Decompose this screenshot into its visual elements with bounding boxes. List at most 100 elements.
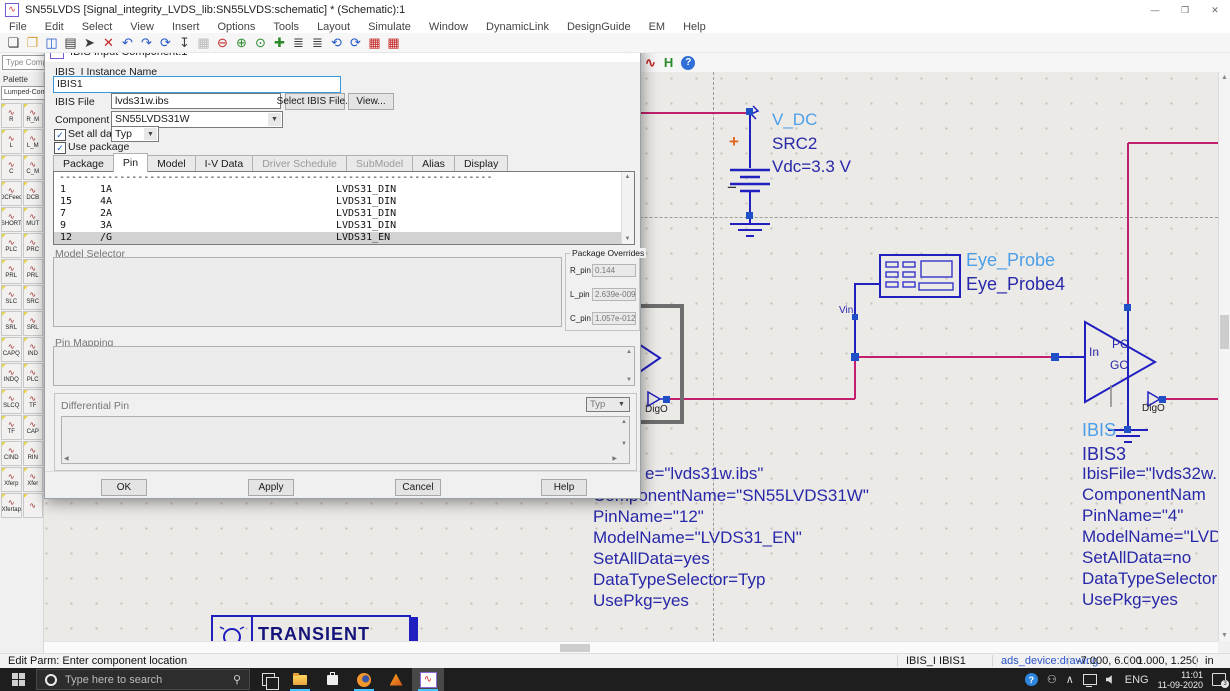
- matlab-button[interactable]: [380, 668, 412, 691]
- use-package-checkbox[interactable]: ✓: [54, 142, 66, 154]
- microsoft-store-button[interactable]: [316, 668, 348, 691]
- zoom-area-icon[interactable]: ✚: [270, 34, 289, 51]
- redo-icon[interactable]: ↷: [137, 34, 156, 51]
- menu-item[interactable]: Select: [73, 21, 122, 33]
- palette-component-button[interactable]: ∿ DCB: [22, 181, 43, 206]
- horizontal-scroll-thumb[interactable]: [560, 644, 590, 652]
- cancel-button[interactable]: Cancel: [395, 479, 441, 496]
- palette-component-button[interactable]: ∿ SLCQ: [1, 389, 22, 414]
- notification-center-icon[interactable]: 3: [1212, 673, 1229, 688]
- eye-probe-type-label[interactable]: Eye_Probe: [966, 250, 1055, 271]
- schematic-horizontal-scrollbar[interactable]: [44, 641, 1218, 653]
- menu-item[interactable]: Edit: [36, 21, 73, 33]
- palette-component-button[interactable]: ∿ TF: [22, 389, 43, 414]
- dialog-tab[interactable]: Driver Schedule: [252, 155, 347, 172]
- help-icon[interactable]: ?: [681, 55, 696, 70]
- redo-all-icon[interactable]: ⟳: [156, 34, 175, 51]
- menu-item[interactable]: View: [121, 21, 163, 33]
- palette-category-dropdown[interactable]: Lumped-Comp: [1, 86, 45, 100]
- palette-component-button[interactable]: ∿ SRL: [22, 311, 43, 336]
- palette-component-button[interactable]: ∿ RIN: [22, 441, 43, 466]
- menu-item[interactable]: Simulate: [359, 21, 420, 33]
- pin-list[interactable]: ----------------------------------------…: [53, 171, 635, 245]
- r-pin-input[interactable]: 0.144: [592, 264, 636, 277]
- palette-component-button[interactable]: ∿ SLC: [1, 285, 22, 310]
- pin-table-row[interactable]: 9 3A LVDS31_DIN: [54, 220, 634, 232]
- menu-item[interactable]: DynamicLink: [477, 21, 558, 33]
- palette-component-button[interactable]: ∿ PRL: [1, 259, 22, 284]
- hidden-icons-chevron[interactable]: ∧: [1066, 673, 1074, 686]
- menu-item[interactable]: Insert: [163, 21, 209, 33]
- people-icon[interactable]: ⚇: [1047, 673, 1057, 686]
- close-button[interactable]: ✕: [1200, 0, 1230, 20]
- rotate-cw-icon[interactable]: ⟳: [346, 34, 365, 51]
- scroll-up-icon[interactable]: ▲: [622, 174, 633, 180]
- language-indicator[interactable]: ENG: [1125, 674, 1149, 686]
- ads-taskbar-button[interactable]: ∿: [412, 668, 444, 691]
- menu-item[interactable]: Help: [674, 21, 715, 33]
- ok-button[interactable]: OK: [101, 479, 147, 496]
- wire-label-icon[interactable]: ≣: [308, 34, 327, 51]
- data-type-dropdown[interactable]: Typ ▼: [111, 126, 159, 142]
- zoom-full-icon[interactable]: ⊙: [251, 34, 270, 51]
- minimize-button[interactable]: —: [1140, 0, 1170, 20]
- vdc-instance-label[interactable]: SRC2: [772, 134, 817, 154]
- eye-probe-symbol[interactable]: [879, 254, 961, 298]
- rotate-ccw-icon[interactable]: ⟲: [327, 34, 346, 51]
- palette-component-button[interactable]: ∿ CIND: [1, 441, 22, 466]
- start-button[interactable]: [0, 668, 36, 691]
- clock[interactable]: 11:01 11-09-2020: [1158, 670, 1203, 690]
- l-pin-input[interactable]: 2.639e-009: [592, 288, 636, 301]
- dialog-tab[interactable]: SubModel: [345, 155, 414, 172]
- component-list-icon[interactable]: ≣: [289, 34, 308, 51]
- zoom-in-icon[interactable]: ⊕: [232, 34, 251, 51]
- differential-type-dropdown[interactable]: Typ ▼: [586, 397, 630, 412]
- dialog-tab[interactable]: Model: [147, 155, 196, 172]
- maximize-button[interactable]: ❐: [1170, 0, 1200, 20]
- help-tray-icon[interactable]: ?: [1024, 673, 1038, 686]
- pin-mapping-list[interactable]: ▲ ▼: [53, 346, 635, 386]
- dialog-tab[interactable]: Package: [53, 155, 114, 172]
- eye-probe-instance-label[interactable]: Eye_Probe4: [966, 274, 1065, 295]
- type-component-input[interactable]: Type Comp: [2, 55, 47, 70]
- model-selector-list[interactable]: [53, 257, 562, 327]
- menu-item[interactable]: Tools: [264, 21, 308, 33]
- palette-component-button[interactable]: ∿ SRC: [22, 285, 43, 310]
- ibis-file-input[interactable]: lvds31w.ibs: [111, 93, 281, 109]
- scroll-down-icon[interactable]: ▼: [622, 236, 633, 242]
- palette-component-button[interactable]: ∿ L_M: [22, 129, 43, 154]
- select-pointer-icon[interactable]: ➤: [80, 34, 99, 51]
- scroll-up-icon[interactable]: ▲: [1219, 74, 1230, 81]
- firefox-button[interactable]: [348, 668, 380, 691]
- scroll-up-icon[interactable]: ▲: [626, 349, 632, 355]
- palette-component-button[interactable]: ∿ MUT: [22, 207, 43, 232]
- palette-component-button[interactable]: ∿ PLC: [1, 233, 22, 258]
- new-design-icon[interactable]: ❏: [4, 34, 23, 51]
- palette-component-button[interactable]: ∿ DCFeed: [1, 181, 22, 206]
- vdc-value-label[interactable]: Vdc=3.3 V: [772, 157, 851, 177]
- scroll-up-icon[interactable]: ▲: [621, 419, 627, 425]
- ibis3-type-label[interactable]: IBIS: [1082, 420, 1116, 441]
- pin-table-row[interactable]: 12 /G LVDS31_EN: [54, 232, 634, 244]
- menu-item[interactable]: EM: [640, 21, 675, 33]
- network-icon[interactable]: [1082, 674, 1097, 687]
- dialog-tab[interactable]: Display: [453, 155, 509, 172]
- palette-component-button[interactable]: ∿ Xfertap: [1, 493, 22, 518]
- palette-component-button[interactable]: ∿ L: [1, 129, 22, 154]
- palette-component-button[interactable]: ∿ Xferp: [1, 467, 22, 492]
- view-button[interactable]: View...: [348, 93, 394, 110]
- delete-icon[interactable]: ✕: [99, 34, 118, 51]
- microphone-icon[interactable]: ⚲: [233, 673, 241, 686]
- simulate-icon[interactable]: ▦: [365, 34, 384, 51]
- scroll-down-icon[interactable]: ▼: [626, 377, 632, 383]
- push-into-hierarchy-icon[interactable]: ↧: [175, 34, 194, 51]
- palette-component-button[interactable]: ∿: [22, 493, 43, 518]
- menu-item[interactable]: Window: [420, 21, 477, 33]
- help-button[interactable]: Help: [541, 479, 587, 496]
- dialog-tab[interactable]: I-V Data: [194, 155, 254, 172]
- zoom-out-icon[interactable]: ⊖: [213, 34, 232, 51]
- scroll-right-icon[interactable]: ▶: [612, 455, 617, 462]
- palette-component-button[interactable]: ∿ Xfer: [22, 467, 43, 492]
- apply-button[interactable]: Apply: [248, 479, 294, 496]
- palette-component-button[interactable]: ∿ INDQ: [1, 363, 22, 388]
